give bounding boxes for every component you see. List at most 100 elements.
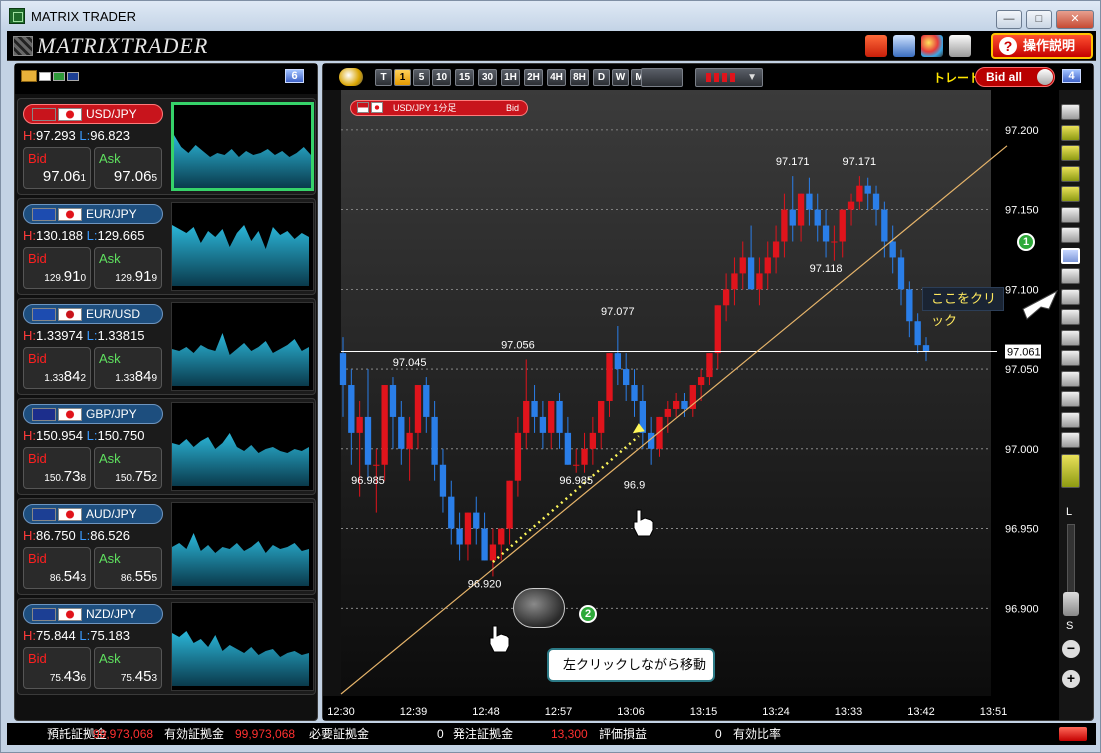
zoom-search-icon[interactable] [339,68,363,86]
timeframe-button[interactable]: 8H [570,69,589,86]
currency-pair-pill[interactable]: EUR/USD [23,304,163,324]
info-icon[interactable] [1061,104,1080,120]
toggle-knob [1037,69,1053,85]
timeframe-button[interactable]: 5 [413,69,430,86]
candlestick-chart[interactable]: 97.200 97.150 97.100 97.050 97.000 96.950 96.9… [323,90,1059,720]
minimize-button[interactable]: — [996,10,1022,29]
low-value: 129.665 [97,228,145,243]
zoom-in-button[interactable]: + [1062,670,1080,688]
mini-chart-area [172,225,309,286]
ask-button[interactable]: Ask 86.555 [94,547,162,589]
timeframe-button[interactable]: 10 [432,69,451,86]
timeframe-button[interactable]: T [375,69,392,86]
currency-pair-pill[interactable]: EUR/JPY [23,204,163,224]
currency-row[interactable]: EUR/USD H:1.33974 L:1.33815 Bid 1.33842 Ask 1… [17,298,316,395]
trash-icon[interactable] [1061,432,1080,448]
pnl-value: 0 [715,727,722,741]
ask-button[interactable]: Ask 129.919 [94,247,162,289]
cursor-icon[interactable] [1061,206,1080,223]
bid-price: 150.738 [44,468,86,485]
ask-button[interactable]: Ask 150.752 [94,447,162,489]
folder-icon[interactable] [21,70,37,82]
bid-button[interactable]: Bid 75.436 [23,647,91,689]
ask-price-pip: 3 [151,673,157,684]
line-chart-type-icon[interactable] [641,68,683,87]
currency-row[interactable]: AUD/JPY H:86.750 L:86.526 Bid 86.543 Ask 86.5… [17,498,316,595]
chart-window-badge[interactable]: 4 [1062,69,1081,83]
mini-chart[interactable] [171,402,314,491]
bid-all-toggle[interactable]: Bid all [975,67,1055,87]
palette-icon[interactable] [921,35,943,57]
chart-symbol-bar[interactable]: USD/JPY 1分足 Bid [350,100,528,116]
mini-chart[interactable] [171,602,314,691]
candle-body [564,432,572,465]
candle-chart-type-select[interactable]: ▼ [695,68,763,87]
mini-chart[interactable] [171,502,314,591]
chart-plot-area[interactable] [341,90,991,696]
currency-row[interactable]: EUR/JPY H:130.188 L:129.665 Bid 129.910 Ask 1… [17,198,316,295]
vertical-line-icon[interactable] [1061,288,1080,305]
timeframe-button[interactable]: W [612,69,629,86]
currency-row[interactable]: USD/JPY H:97.293 L:96.823 Bid 97.061 Ask 97.0… [17,98,316,195]
ask-button[interactable]: Ask 97.065 [94,147,162,189]
mini-chart[interactable] [171,102,314,191]
tool-a-icon[interactable] [1061,391,1080,407]
fan-icon[interactable] [1061,350,1080,366]
high-low-line: H:150.954 L:150.750 [23,428,144,443]
currency-pair-pill[interactable]: USD/JPY [23,104,163,124]
currency-row[interactable]: GBP/JPY H:150.954 L:150.750 Bid 150.738 Ask 1… [17,398,316,495]
timeframe-button[interactable]: 1 [394,69,411,86]
bid-button[interactable]: Bid 129.910 [23,247,91,289]
collapse-arrow-icon[interactable] [1059,727,1087,741]
bell-icon[interactable] [1061,165,1080,182]
fib-icon[interactable] [1061,309,1080,325]
ask-label: Ask [99,251,121,266]
trendline-icon[interactable] [1061,247,1080,264]
low-key: L: [79,528,91,543]
zoom-out-button[interactable]: − [1062,640,1080,658]
bid-button[interactable]: Bid 150.738 [23,447,91,489]
currency-row[interactable]: NZD/JPY H:75.844 L:75.183 Bid 75.436 Ask 75.4… [17,598,316,695]
mini-chart[interactable] [171,202,314,291]
timeframe-button[interactable]: 2H [524,69,543,86]
mini-chart[interactable] [171,302,314,391]
printer-icon[interactable] [949,35,971,57]
news-icon[interactable] [1061,124,1080,141]
close-button[interactable]: ✕ [1056,10,1094,29]
color-button[interactable] [1061,454,1080,488]
horizontal-line-icon[interactable] [1061,268,1080,284]
flag-icon[interactable] [1061,145,1080,161]
maximize-button[interactable]: □ [1026,10,1052,29]
arc-icon[interactable] [1061,370,1080,387]
title-bar[interactable]: MATRIX TRADER — □ ✕ [1,1,1100,31]
ask-price-main: 91 [134,268,152,285]
zoom-slider-handle[interactable] [1063,592,1079,616]
tool-b-icon[interactable] [1061,411,1080,428]
bid-label: Bid [28,551,47,566]
ask-button[interactable]: Ask 1.33849 [94,347,162,389]
bid-button[interactable]: Bid 97.061 [23,147,91,189]
channel-icon[interactable] [1061,329,1080,346]
toolbox-icon[interactable] [865,35,887,57]
help-button[interactable]: ? 操作説明 [991,33,1093,59]
panel-count-badge[interactable]: 6 [285,69,304,83]
map-icon[interactable] [1061,186,1080,202]
currency-pair-pill[interactable]: AUD/JPY [23,504,163,524]
candle-body [531,400,538,417]
pencil-icon[interactable] [1061,227,1080,243]
timeframe-button[interactable]: 4H [547,69,566,86]
timeframe-button[interactable]: 15 [455,69,474,86]
ask-button[interactable]: Ask 75.453 [94,647,162,689]
save-icon[interactable] [893,35,915,57]
low-key: L: [86,328,98,343]
bid-price-prefix: 129. [44,273,64,284]
currency-pair-pill[interactable]: GBP/JPY [23,404,163,424]
timeframe-button[interactable]: 1H [501,69,520,86]
bid-button[interactable]: Bid 86.543 [23,547,91,589]
bid-button[interactable]: Bid 1.33842 [23,347,91,389]
timeframe-button[interactable]: 30 [478,69,497,86]
high-key: H: [23,428,36,443]
chevron-down-icon: ▼ [747,72,757,83]
currency-pair-pill[interactable]: NZD/JPY [23,604,163,624]
timeframe-button[interactable]: D [593,69,610,86]
